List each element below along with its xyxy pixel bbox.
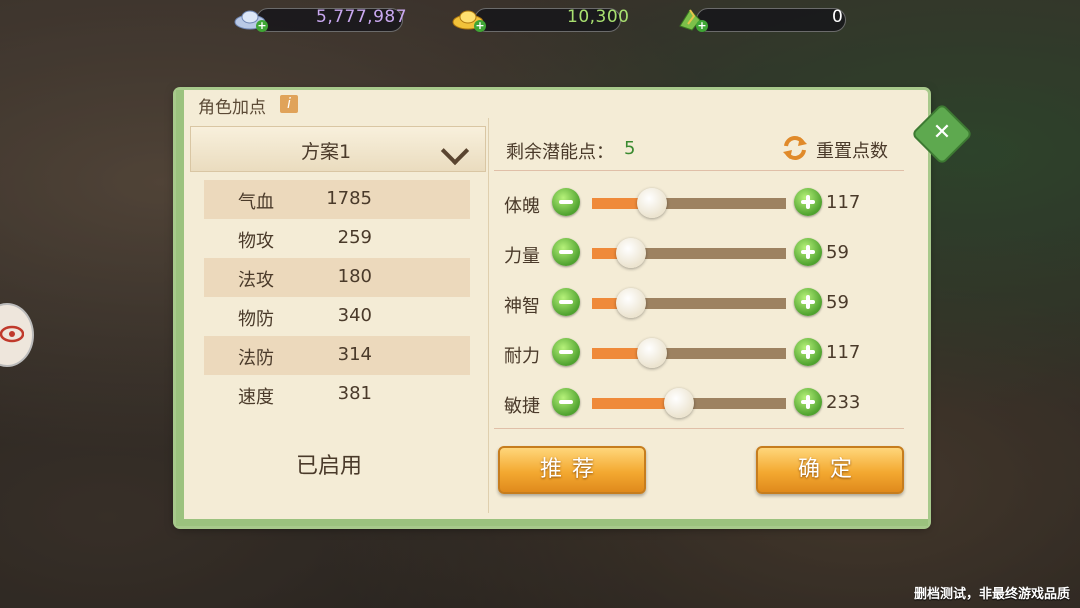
increase-button[interactable] bbox=[794, 188, 822, 216]
list-item: 速度 381 bbox=[204, 375, 470, 414]
currency-box bbox=[696, 8, 846, 32]
decrease-button[interactable] bbox=[552, 338, 580, 366]
increase-button[interactable] bbox=[794, 238, 822, 266]
attribute-slider[interactable] bbox=[592, 388, 786, 418]
decrease-button[interactable] bbox=[552, 188, 580, 216]
list-item: 物攻 259 bbox=[204, 219, 470, 258]
divider bbox=[494, 170, 904, 171]
enabled-status: 已启用 bbox=[296, 454, 363, 479]
stat-name: 气血 bbox=[238, 192, 274, 213]
slider-handle[interactable] bbox=[615, 238, 646, 268]
stat-value: 1785 bbox=[326, 188, 372, 209]
slider-handle[interactable] bbox=[615, 288, 646, 318]
refresh-icon bbox=[783, 136, 807, 160]
recommend-button[interactable]: 推荐 bbox=[498, 446, 646, 494]
slider-handle[interactable] bbox=[664, 388, 695, 418]
confirm-button[interactable]: 确定 bbox=[756, 446, 904, 494]
add-jade-icon[interactable]: + bbox=[696, 20, 708, 32]
increase-button[interactable] bbox=[794, 288, 822, 316]
attribute-row: 神智 59 bbox=[504, 288, 904, 322]
panel-title: 角色加点 bbox=[198, 98, 266, 118]
list-item: 物防 340 bbox=[204, 297, 470, 336]
attribute-row: 力量 59 bbox=[504, 238, 904, 272]
attribute-name: 力量 bbox=[504, 246, 540, 267]
attribute-slider[interactable] bbox=[592, 338, 786, 368]
stat-value: 314 bbox=[337, 344, 372, 365]
attribute-row: 耐力 117 bbox=[504, 338, 904, 372]
attribute-slider[interactable] bbox=[592, 238, 786, 268]
list-item: 法攻 180 bbox=[204, 258, 470, 297]
silver-amount: 5,777,987 bbox=[316, 7, 408, 27]
stat-name: 物攻 bbox=[238, 231, 274, 252]
attribute-value: 59 bbox=[826, 292, 849, 313]
stat-name: 法攻 bbox=[238, 270, 274, 291]
stat-name: 速度 bbox=[238, 387, 274, 408]
decrease-button[interactable] bbox=[552, 238, 580, 266]
attribute-row: 体魄 117 bbox=[504, 188, 904, 222]
attribute-value: 117 bbox=[826, 342, 861, 363]
panel-border bbox=[176, 90, 184, 526]
gold-amount: 10,300 bbox=[567, 7, 630, 27]
decrease-button[interactable] bbox=[552, 288, 580, 316]
increase-button[interactable] bbox=[794, 388, 822, 416]
attribute-name: 敏捷 bbox=[504, 396, 540, 417]
jade-amount: 0 bbox=[832, 7, 844, 27]
attribute-slider[interactable] bbox=[592, 188, 786, 218]
list-item: 法防 314 bbox=[204, 336, 470, 375]
stat-value: 259 bbox=[337, 227, 372, 248]
plan-selected: 方案1 bbox=[300, 141, 352, 163]
remaining-points-value: 5 bbox=[624, 138, 636, 159]
emblem-icon bbox=[0, 325, 24, 343]
reset-label: 重置点数 bbox=[816, 141, 888, 162]
attribute-slider[interactable] bbox=[592, 288, 786, 318]
attribute-name: 神智 bbox=[504, 296, 540, 317]
stat-value: 340 bbox=[337, 305, 372, 326]
watermark: 删档测试，非最终游戏品质 bbox=[913, 587, 1070, 602]
decrease-button[interactable] bbox=[552, 388, 580, 416]
stat-value: 381 bbox=[337, 383, 372, 404]
attribute-name: 耐力 bbox=[504, 346, 540, 367]
divider bbox=[488, 118, 489, 513]
stats-list: 气血 1785 物攻 259 法攻 180 物防 340 法防 314 速度 3… bbox=[204, 180, 470, 414]
attribute-value: 233 bbox=[826, 392, 861, 413]
stat-name: 法防 bbox=[238, 348, 274, 369]
attribute-value: 59 bbox=[826, 242, 849, 263]
attribute-value: 117 bbox=[826, 192, 861, 213]
attribute-row: 敏捷 233 bbox=[504, 388, 904, 422]
remaining-points-label: 剩余潜能点： bbox=[506, 142, 614, 163]
info-icon[interactable]: i bbox=[280, 95, 298, 113]
add-gold-icon[interactable]: + bbox=[474, 20, 486, 32]
attribute-name: 体魄 bbox=[504, 196, 540, 217]
stat-name: 物防 bbox=[238, 309, 274, 330]
plan-dropdown[interactable]: 方案1 bbox=[190, 126, 486, 172]
list-item: 气血 1785 bbox=[204, 180, 470, 219]
increase-button[interactable] bbox=[794, 338, 822, 366]
panel-border bbox=[176, 519, 928, 526]
add-silver-icon[interactable]: + bbox=[256, 20, 268, 32]
divider bbox=[494, 428, 904, 429]
close-icon[interactable]: ✕ bbox=[920, 112, 964, 156]
slider-handle[interactable] bbox=[637, 338, 668, 368]
attribute-panel: 角色加点 i 方案1 气血 1785 物攻 259 法攻 180 物防 340 … bbox=[176, 90, 928, 526]
stat-value: 180 bbox=[337, 266, 372, 287]
slider-handle[interactable] bbox=[637, 188, 668, 218]
